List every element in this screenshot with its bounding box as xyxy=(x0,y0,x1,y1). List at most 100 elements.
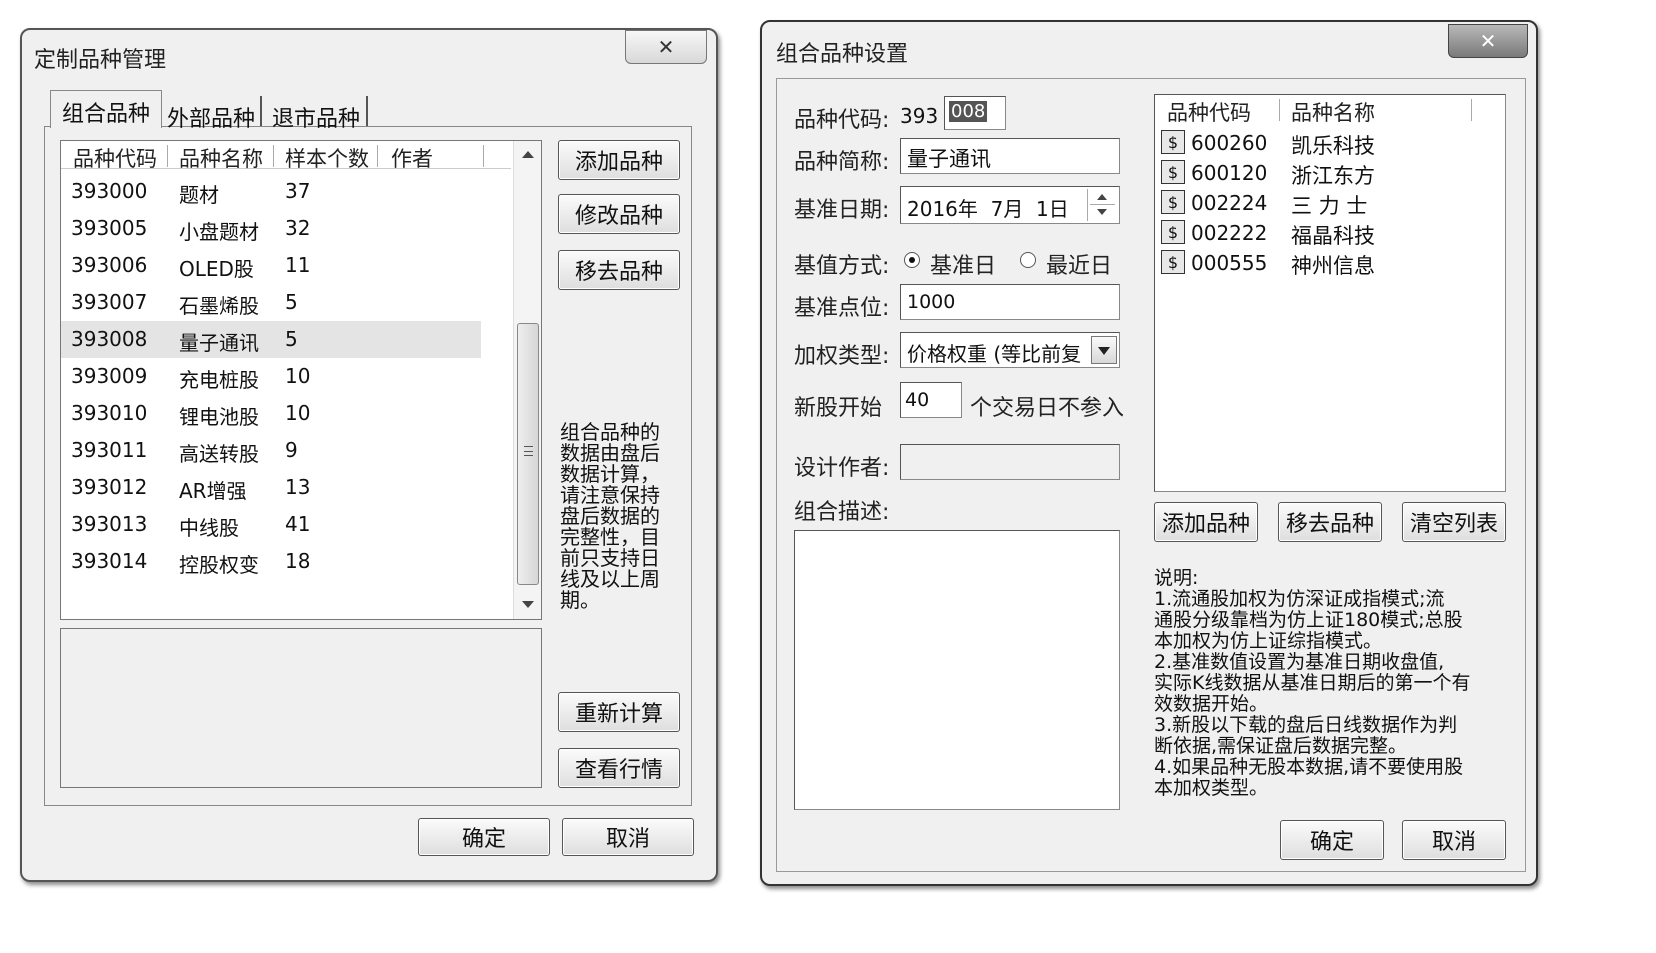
col-stock-name-header[interactable]: 品种名称 xyxy=(1291,97,1375,127)
stock-icon: $ xyxy=(1161,250,1185,274)
row-name: 高送转股 xyxy=(179,442,259,466)
table-row[interactable]: 393006 OLED股 11 xyxy=(61,247,481,284)
view-quotes-button[interactable]: 查看行情 xyxy=(558,748,680,788)
combo-symbol-table: 品种代码 品种名称 样本个数 作者 393000 题材 37 393005 小盘… xyxy=(60,140,542,620)
close-icon: ✕ xyxy=(657,35,675,59)
table-row[interactable]: 393013 中线股 41 xyxy=(61,506,481,543)
table-row-selected[interactable]: 393008 量子通讯 5 xyxy=(61,321,481,358)
recalculate-button[interactable]: 重新计算 xyxy=(558,692,680,732)
list-item[interactable]: $ 002224 三 力 士 xyxy=(1155,188,1505,218)
row-code: 393011 xyxy=(71,438,148,462)
row-count: 41 xyxy=(285,512,311,536)
spin-up-icon[interactable] xyxy=(1097,194,1107,200)
remove-symbol-button[interactable]: 移去品种 xyxy=(558,250,680,290)
new-stock-days-input[interactable]: 40 xyxy=(900,382,962,418)
row-count: 32 xyxy=(285,216,311,240)
stock-code: 000555 xyxy=(1191,251,1268,275)
row-name: 题材 xyxy=(179,183,219,207)
row-name: 充电桩股 xyxy=(179,368,259,392)
list-item[interactable]: $ 600260 凯乐科技 xyxy=(1155,128,1505,158)
scroll-thumb[interactable] xyxy=(517,323,539,585)
close-button[interactable]: ✕ xyxy=(1448,24,1528,58)
stock-icon: $ xyxy=(1161,190,1185,214)
row-code: 393008 xyxy=(71,327,148,351)
row-code: 393010 xyxy=(71,401,148,425)
scroll-down-arrow-icon[interactable] xyxy=(522,601,534,608)
radio-base-day[interactable] xyxy=(904,252,920,268)
row-code: 393012 xyxy=(71,475,148,499)
col-count-header[interactable]: 样本个数 xyxy=(285,143,369,173)
radio-base-day-label[interactable]: 基准日 xyxy=(930,248,996,280)
table-row[interactable]: 393010 锂电池股 10 xyxy=(61,395,481,432)
tab-combo-symbols[interactable]: 组合品种 xyxy=(50,90,162,128)
list-item[interactable]: $ 600120 浙江东方 xyxy=(1155,158,1505,188)
table-row[interactable]: 393009 充电桩股 10 xyxy=(61,358,481,395)
stock-code: 002222 xyxy=(1191,221,1268,245)
stock-name: 福晶科技 xyxy=(1291,224,1375,248)
radio-recent-day[interactable] xyxy=(1020,252,1036,268)
list-item[interactable]: $ 000555 神州信息 xyxy=(1155,248,1505,278)
row-name: OLED股 xyxy=(179,257,254,281)
chevron-down-icon xyxy=(1098,347,1110,355)
stock-name: 浙江东方 xyxy=(1291,164,1375,188)
table-row[interactable]: 393005 小盘题材 32 xyxy=(61,210,481,247)
table-row[interactable]: 393011 高送转股 9 xyxy=(61,432,481,469)
row-count: 9 xyxy=(285,438,298,462)
close-button[interactable]: ✕ xyxy=(625,30,707,64)
table-row[interactable]: 393007 石墨烯股 5 xyxy=(61,284,481,321)
base-point-input[interactable]: 1000 xyxy=(900,284,1120,320)
remove-stock-button[interactable]: 移去品种 xyxy=(1278,502,1382,542)
table-scrollbar[interactable] xyxy=(513,141,541,619)
code-input[interactable]: 008 xyxy=(944,96,1006,130)
stock-icon: $ xyxy=(1161,160,1185,184)
col-code-header[interactable]: 品种代码 xyxy=(73,143,157,173)
new-stock-suffix: 个交易日不参入 xyxy=(970,396,1125,421)
description-textarea[interactable] xyxy=(794,530,1120,810)
scroll-up-arrow-icon[interactable] xyxy=(522,151,534,158)
row-count: 18 xyxy=(285,549,311,573)
table-header: 品种代码 品种名称 样本个数 作者 xyxy=(61,141,511,171)
tab-delisted-symbols[interactable]: 退市品种 xyxy=(266,96,368,132)
short-name-label: 品种简称: xyxy=(794,150,890,175)
row-code: 393006 xyxy=(71,253,148,277)
cancel-button[interactable]: 取消 xyxy=(562,818,694,856)
stock-code: 600260 xyxy=(1191,131,1268,155)
table-body: 393000 题材 37 393005 小盘题材 32 393006 OLED股… xyxy=(61,173,511,613)
add-symbol-button[interactable]: 添加品种 xyxy=(558,140,680,180)
table-row[interactable]: 393012 AR增强 13 xyxy=(61,469,481,506)
row-code: 393005 xyxy=(71,216,148,240)
table-row[interactable]: 393014 控股权变 18 xyxy=(61,543,481,580)
dropdown-button[interactable] xyxy=(1091,336,1117,364)
table-row[interactable]: 393000 题材 37 xyxy=(61,173,481,210)
base-method-label: 基值方式: xyxy=(794,254,890,279)
col-stock-code-header[interactable]: 品种代码 xyxy=(1167,97,1251,127)
add-stock-button[interactable]: 添加品种 xyxy=(1154,502,1258,542)
base-date-picker[interactable]: 2016年 7月 1日 xyxy=(900,186,1120,224)
ok-button[interactable]: 确定 xyxy=(1280,820,1384,860)
spin-down-icon[interactable] xyxy=(1097,209,1107,215)
custom-symbol-manager-dialog: 定制品种管理 ✕ 组合品种 外部品种 退市品种 品种代码 品种名称 样本个数 作… xyxy=(20,28,718,882)
weight-type-select[interactable]: 价格权重 (等比前复 xyxy=(900,332,1120,368)
stock-code: 600120 xyxy=(1191,161,1268,185)
row-count: 5 xyxy=(285,290,298,314)
col-name-header[interactable]: 品种名称 xyxy=(179,143,263,173)
clear-list-button[interactable]: 清空列表 xyxy=(1402,502,1506,542)
combo-symbol-settings-dialog: 组合品种设置 ✕ 品种代码: 393 008 品种简称: 量子通讯 基准日期: … xyxy=(760,20,1538,886)
short-name-input[interactable]: 量子通讯 xyxy=(900,138,1120,174)
explanation-text: 说明: 1.流通股加权为仿深证成指模式;流 通股分级靠档为仿上证180模式;总股… xyxy=(1154,567,1471,799)
stock-name: 凯乐科技 xyxy=(1291,134,1375,158)
modify-symbol-button[interactable]: 修改品种 xyxy=(558,194,680,234)
date-spinner[interactable] xyxy=(1087,189,1117,221)
radio-recent-day-label[interactable]: 最近日 xyxy=(1046,248,1112,280)
row-code: 393007 xyxy=(71,290,148,314)
row-count: 10 xyxy=(285,401,311,425)
row-name: 锂电池股 xyxy=(179,405,259,429)
cancel-button[interactable]: 取消 xyxy=(1402,820,1506,860)
tab-external-symbols[interactable]: 外部品种 xyxy=(162,96,262,132)
ok-button[interactable]: 确定 xyxy=(418,818,550,856)
stock-name: 三 力 士 xyxy=(1291,194,1368,218)
row-name: 石墨烯股 xyxy=(179,294,259,318)
list-item[interactable]: $ 002222 福晶科技 xyxy=(1155,218,1505,248)
author-input[interactable] xyxy=(900,444,1120,480)
col-author-header[interactable]: 作者 xyxy=(391,143,433,173)
